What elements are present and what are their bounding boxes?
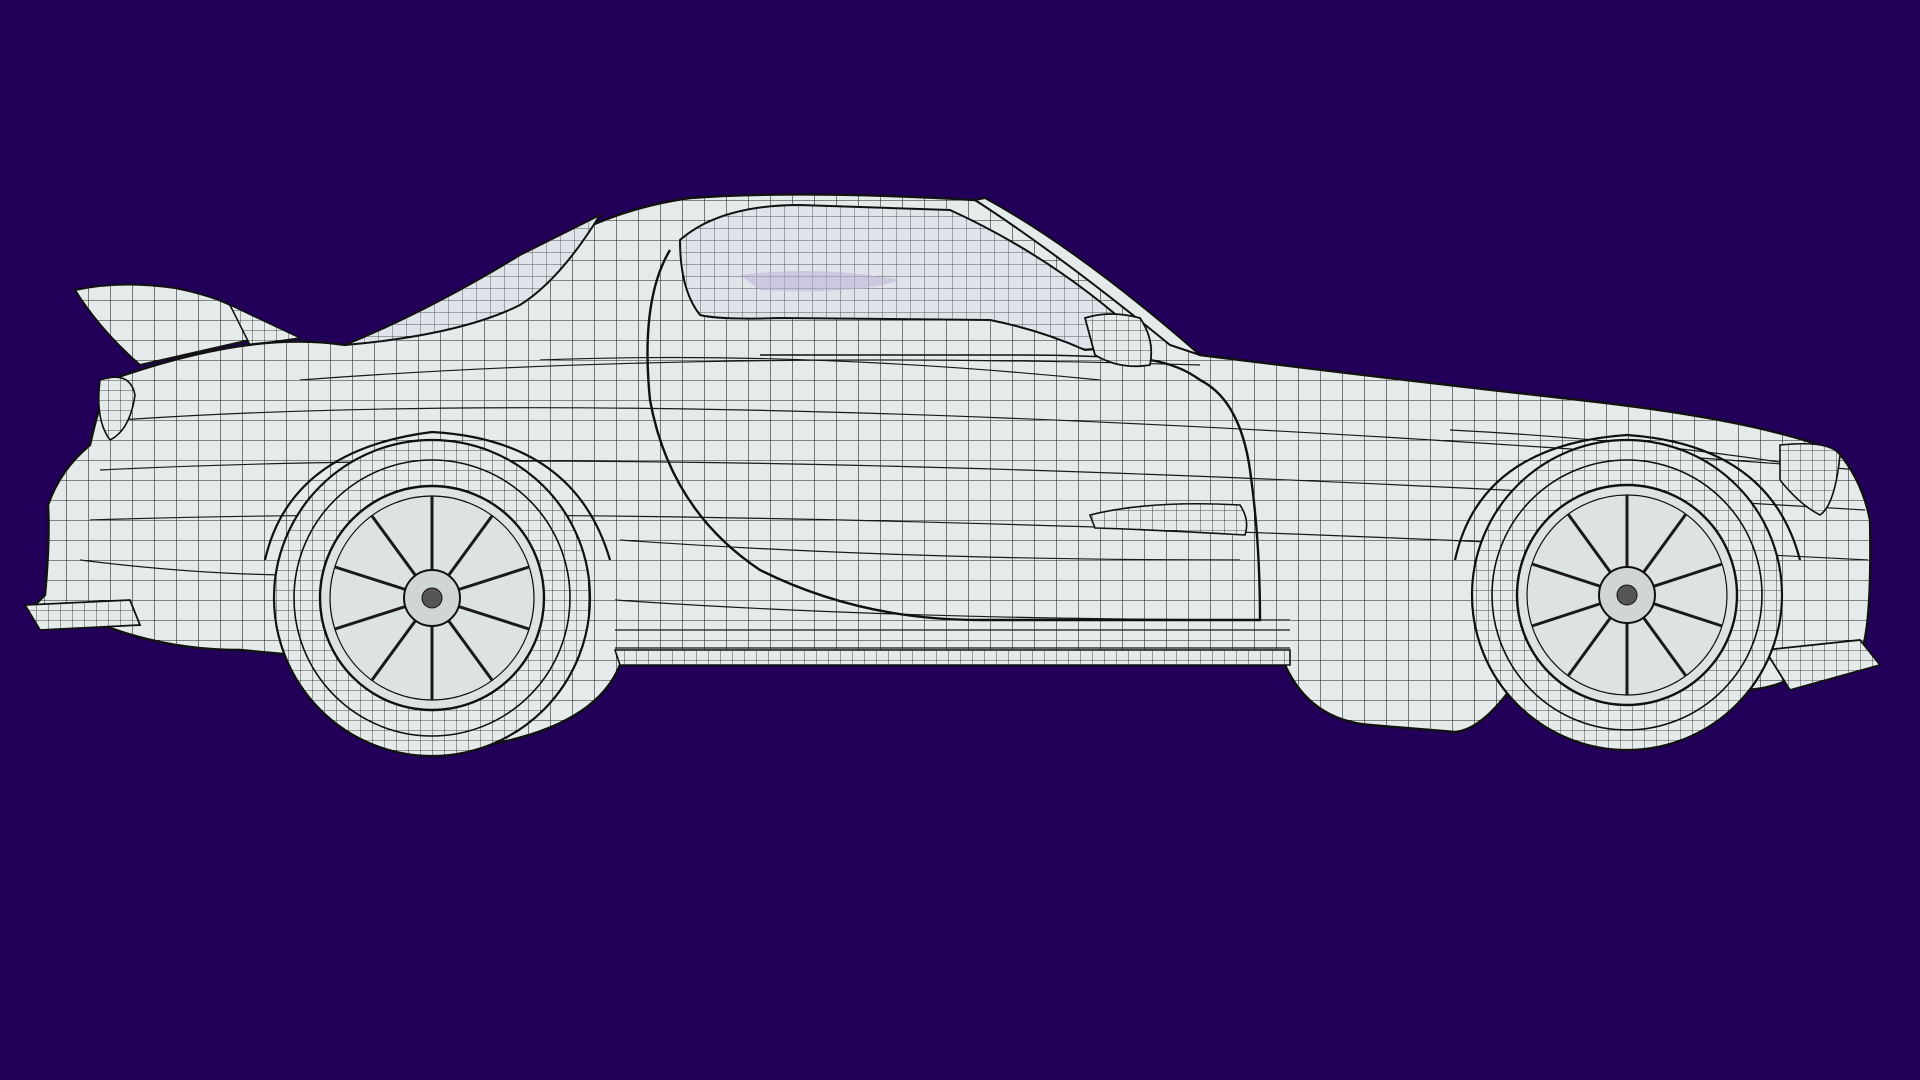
rear-wheel bbox=[274, 440, 590, 756]
front-wheel bbox=[1472, 440, 1782, 750]
3d-viewport[interactable] bbox=[0, 0, 1920, 1080]
car-wireframe-model bbox=[0, 0, 1920, 1080]
